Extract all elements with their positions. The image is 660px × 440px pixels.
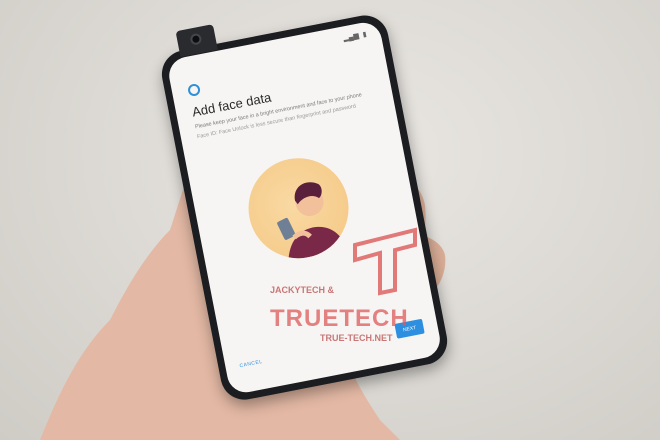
next-button[interactable]: NEXT	[394, 318, 425, 339]
photo-scene: ▂▄▆ ▮ Add face data Please keep your fac…	[0, 0, 660, 440]
camera-lens-icon	[189, 32, 203, 46]
face-unlock-icon	[187, 82, 202, 97]
battery-icon: ▮	[362, 31, 368, 39]
face-scan-illustration	[239, 149, 358, 267]
cancel-button[interactable]: CANCEL	[239, 359, 263, 369]
status-bar: ▂▄▆ ▮	[342, 30, 368, 43]
signal-icon: ▂▄▆	[342, 32, 360, 43]
person-holding-phone-icon	[277, 182, 348, 262]
